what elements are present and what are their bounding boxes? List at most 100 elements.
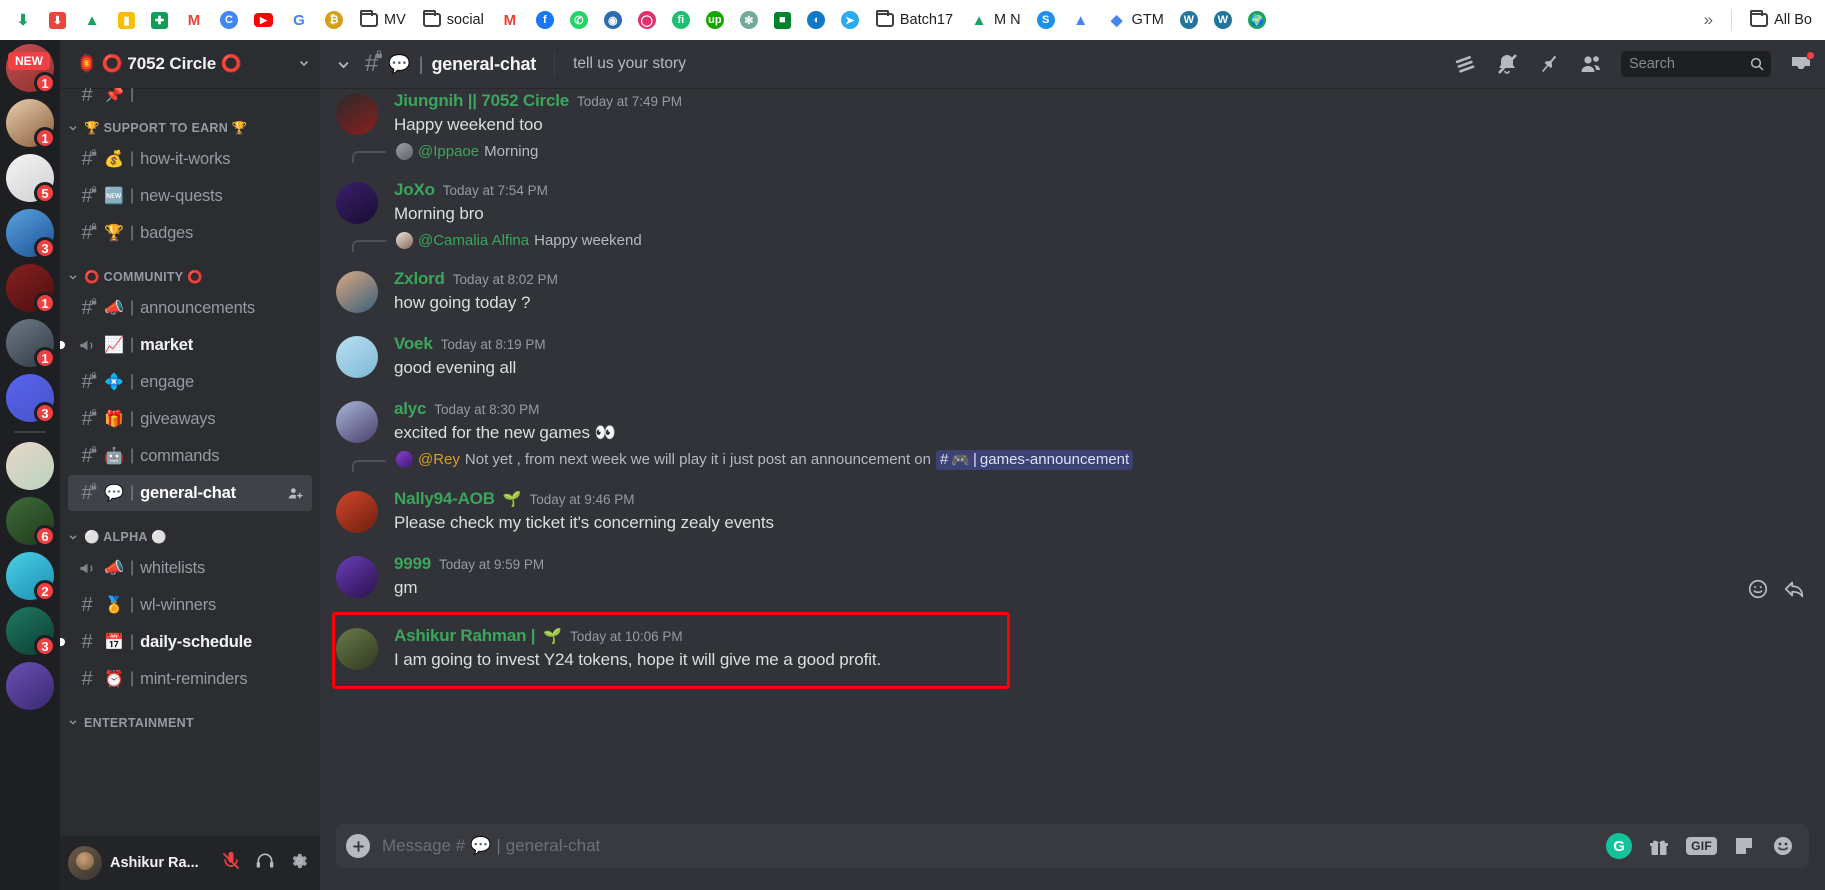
search-input[interactable]: Search bbox=[1621, 51, 1771, 77]
avatar[interactable] bbox=[336, 627, 378, 670]
avatar[interactable] bbox=[336, 271, 378, 314]
mic-muted-icon[interactable] bbox=[218, 851, 244, 876]
channel-partial-top[interactable]: # 📌 | bbox=[68, 88, 312, 102]
server-blue-triangle[interactable]: 3 bbox=[6, 209, 56, 259]
sidebar-item-general-chat[interactable]: # 💬 | general-chat bbox=[68, 475, 312, 511]
sidebar-item-whitelists[interactable]: 📣 | whitelists bbox=[68, 550, 312, 586]
sidebar-item-commands[interactable]: # 🤖 | commands bbox=[68, 438, 312, 474]
emoji-reaction-icon[interactable] bbox=[1747, 578, 1769, 606]
avatar[interactable] bbox=[336, 555, 378, 598]
message[interactable]: alyc Today at 8:30 PM excited for the new … bbox=[320, 396, 1825, 447]
server-gg-logo[interactable]: 3 bbox=[6, 607, 56, 657]
sidebar-item-mint-reminders[interactable]: # ⏰ | mint-reminders bbox=[68, 661, 312, 697]
sidebar-item-market[interactable]: 📈 | market bbox=[60, 327, 312, 363]
server-treasure-chest[interactable]: 2 bbox=[6, 552, 56, 602]
bookmark-fiverr-icon[interactable]: fi bbox=[665, 8, 697, 32]
message-author[interactable]: Ashikur Rahman | bbox=[394, 626, 536, 646]
bookmark-youtube-icon[interactable]: ▶ bbox=[247, 10, 280, 30]
server-anime-girl[interactable]: 1 bbox=[6, 99, 56, 149]
bookmark-gtm[interactable]: ◆ GTM bbox=[1100, 7, 1171, 33]
sidebar-item-how-it-works[interactable]: # 💰 | how-it-works bbox=[68, 141, 312, 177]
message-author[interactable]: JoXo bbox=[394, 180, 435, 200]
message[interactable]: Ashikur Rahman | 🌱 Today at 10:06 PM I am g… bbox=[320, 616, 1825, 685]
message-author[interactable]: Zxlord bbox=[394, 269, 445, 289]
bookmark-social[interactable]: social bbox=[415, 7, 491, 33]
chevron-down-icon[interactable] bbox=[68, 717, 80, 729]
bookmark-openai-icon[interactable]: ✻ bbox=[733, 8, 765, 32]
add-member-icon[interactable] bbox=[287, 485, 304, 502]
bookmark-wordpress-icon[interactable]: W bbox=[1207, 8, 1239, 32]
message-author[interactable]: 9999 bbox=[394, 554, 431, 574]
message-author[interactable]: alyc bbox=[394, 399, 426, 419]
bookmark-keep-notes-icon[interactable]: ▮ bbox=[111, 9, 142, 32]
bookmark-batch17[interactable]: Batch17 bbox=[868, 7, 960, 33]
bookmark-bitcoin-icon[interactable]: ₿ bbox=[318, 8, 350, 32]
channel-list[interactable]: # 📌 | 🏆 SUPPORT TO EARN 🏆 # 💰 | how-it-works # 🆕 |… bbox=[60, 88, 320, 836]
bookmark-google-ads-icon[interactable]: ▲ bbox=[1064, 7, 1098, 33]
message-author[interactable]: Jiungnih || 7052 Circle bbox=[394, 91, 569, 111]
grammarly-icon[interactable]: G bbox=[1606, 833, 1633, 859]
inbox-icon[interactable] bbox=[1789, 51, 1815, 76]
message[interactable]: JoXo Today at 7:54 PM Morning bro bbox=[320, 177, 1825, 228]
server-car-selfie[interactable]: 1 bbox=[6, 319, 56, 369]
gif-button[interactable]: GIF bbox=[1686, 837, 1717, 855]
server-eye-art[interactable]: 5 bbox=[6, 154, 56, 204]
sidebar-item-badges[interactable]: # 🏆 | badges bbox=[68, 215, 312, 251]
avatar[interactable] bbox=[68, 846, 102, 880]
pin-icon[interactable] bbox=[1537, 52, 1561, 76]
reply-reference[interactable]: @Rey Not yet , from next week we will pla… bbox=[320, 448, 1825, 472]
avatar[interactable] bbox=[336, 336, 378, 379]
sidebar-item-engage[interactable]: # 💠 | engage bbox=[68, 364, 312, 400]
bookmark-earth-icon[interactable]: 🌍 bbox=[1241, 8, 1273, 32]
sidebar-item-new-quests[interactable]: # 🆕 | new-quests bbox=[68, 178, 312, 214]
gift-icon[interactable] bbox=[1647, 834, 1671, 858]
chevron-down-icon[interactable] bbox=[292, 57, 310, 72]
sidebar-item-daily-schedule[interactable]: # 📅 | daily-schedule bbox=[60, 624, 312, 660]
bookmark-google-meet-icon[interactable]: ■ bbox=[767, 9, 798, 32]
bookmark-sheets-icon[interactable]: ✚ bbox=[144, 9, 175, 32]
bookmark-gmail-icon[interactable]: M bbox=[177, 7, 211, 33]
sidebar-item-giveaways[interactable]: # 🎁 | giveaways bbox=[68, 401, 312, 437]
server-4twenty-dao[interactable]: 6 bbox=[6, 497, 56, 547]
category-alpha[interactable]: ⚪ ALPHA ⚪ bbox=[60, 512, 320, 549]
threads-icon[interactable] bbox=[1453, 52, 1477, 76]
bookmark-m-n[interactable]: ▲ M N bbox=[962, 7, 1028, 33]
category-community[interactable]: ⭕ COMMUNITY ⭕ bbox=[60, 252, 320, 289]
category-entertainment[interactable]: ENTERTAINMENT bbox=[60, 698, 320, 734]
emoji-icon[interactable] bbox=[1771, 834, 1795, 858]
bookmark-mv[interactable]: MV bbox=[352, 7, 413, 33]
bookmark-upwork-icon[interactable]: up bbox=[699, 8, 731, 32]
message[interactable]: 9999 Today at 9:59 PM gm bbox=[320, 551, 1825, 602]
reply-reference[interactable]: @Ippaoe Morning bbox=[320, 139, 1825, 164]
bookmark-edge-icon[interactable]: ◖ bbox=[800, 8, 832, 32]
bookmark-google-drive-icon[interactable]: ▲ bbox=[75, 7, 109, 33]
reply-arrow-icon[interactable] bbox=[1783, 578, 1805, 606]
attach-plus-icon[interactable] bbox=[346, 834, 370, 858]
server-discord-default[interactable]: 3 bbox=[6, 374, 56, 424]
bookmark-globe-avatar-icon[interactable]: ◉ bbox=[597, 8, 629, 32]
server-avatar[interactable] bbox=[6, 442, 54, 490]
reply-author[interactable]: @Rey bbox=[418, 451, 460, 468]
channel-mention[interactable]: # 🎮 | games-announcement bbox=[935, 449, 1134, 470]
message[interactable]: Zxlord Today at 8:02 PM how going today ? bbox=[320, 266, 1825, 317]
bookmark-overflow-button[interactable]: » bbox=[1696, 10, 1721, 30]
avatar[interactable] bbox=[336, 182, 378, 225]
bookmark-semrush-icon[interactable]: S bbox=[1030, 8, 1062, 32]
server-red-circle-photo[interactable]: 1 bbox=[6, 264, 56, 314]
message[interactable]: Nally94-AOB 🌱 Today at 9:46 PM Please check… bbox=[320, 486, 1825, 537]
bookmark-gmail-icon[interactable]: M bbox=[493, 7, 527, 33]
server-deadtaff[interactable] bbox=[6, 442, 54, 490]
bookmark-instagram-icon[interactable]: ◯ bbox=[631, 8, 663, 32]
category-support-to-earn[interactable]: 🏆 SUPPORT TO EARN 🏆 bbox=[60, 103, 320, 140]
bookmark-download-green-icon[interactable]: ⬇ bbox=[6, 7, 40, 33]
reply-reference[interactable]: @Camalia Alfina Happy weekend bbox=[320, 228, 1825, 253]
message-author[interactable]: Voek bbox=[394, 334, 433, 354]
message-author[interactable]: Nally94-AOB bbox=[394, 489, 495, 509]
message-list[interactable]: Jiungnih || 7052 Circle Today at 7:49 PM H… bbox=[320, 88, 1825, 824]
server-rail[interactable]: NEW 1 1 5 3 1 1 3 6 2 3 bbox=[0, 40, 60, 890]
message-composer[interactable]: Message # 💬 | general-chat G GIF bbox=[336, 824, 1809, 868]
bookmark-chrome-profile-icon[interactable]: C bbox=[213, 8, 245, 32]
sticker-icon[interactable] bbox=[1732, 834, 1756, 858]
bell-muted-icon[interactable] bbox=[1495, 52, 1519, 76]
chevron-down-icon[interactable] bbox=[68, 532, 80, 544]
